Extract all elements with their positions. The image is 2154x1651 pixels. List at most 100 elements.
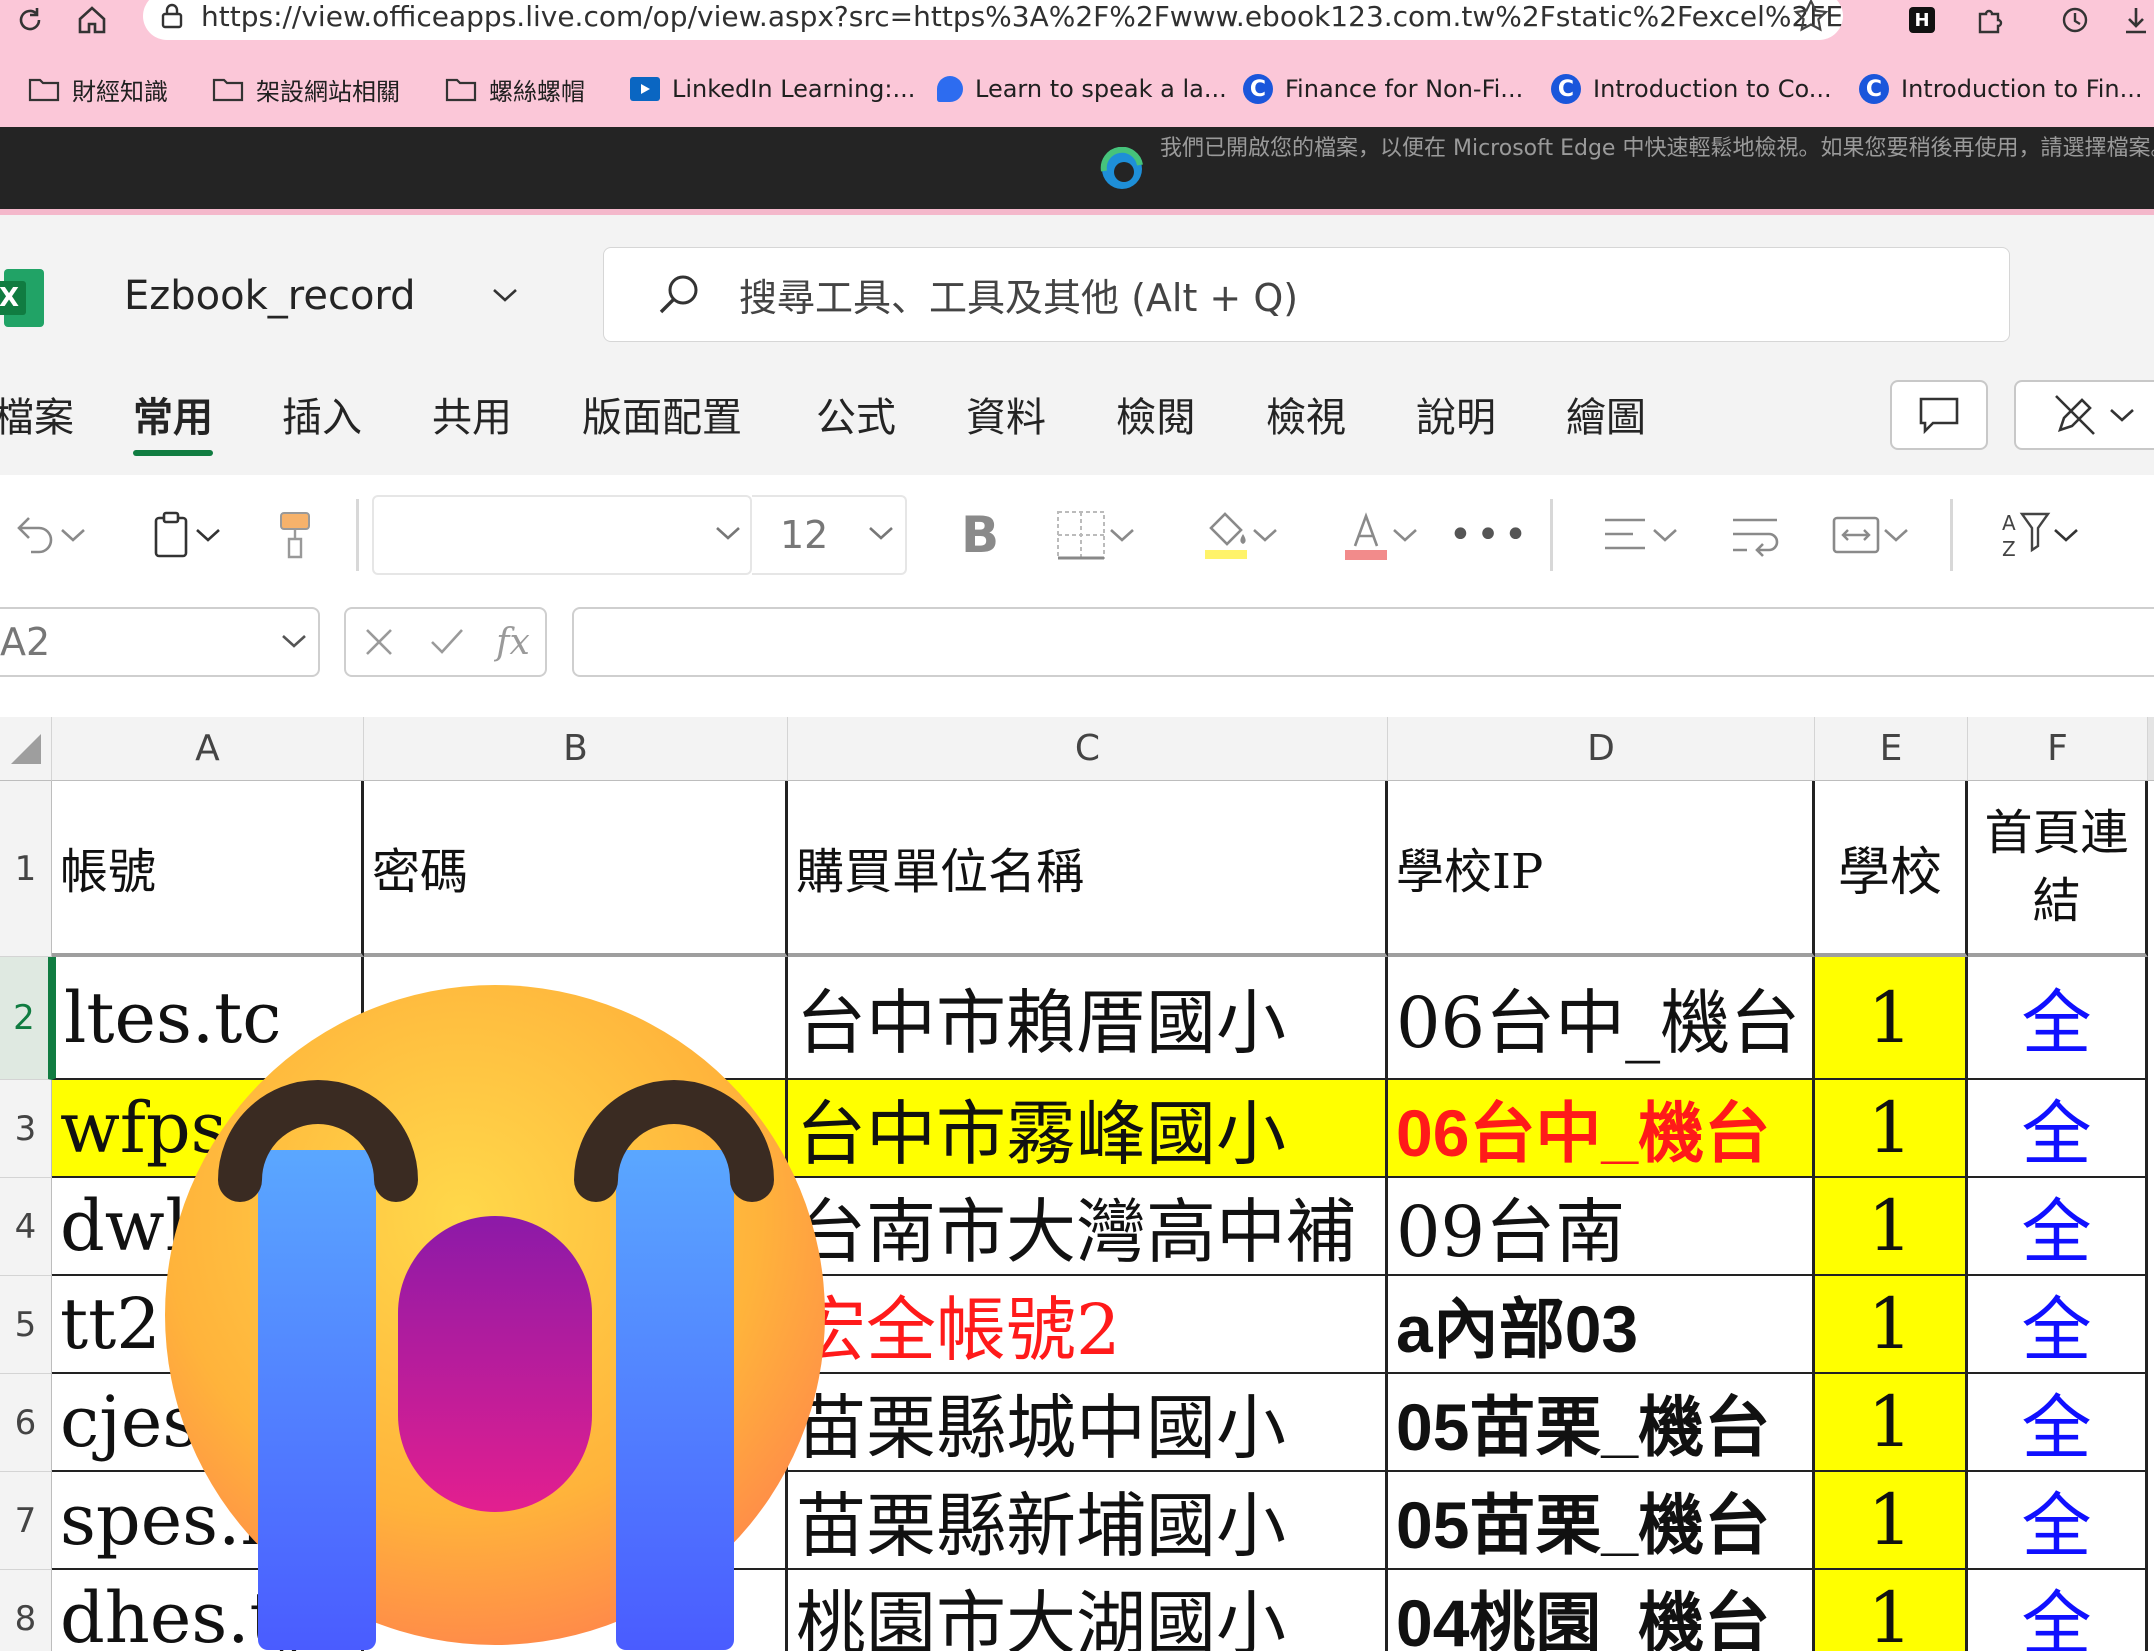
column-header[interactable]: F — [1968, 717, 2148, 781]
tab-home[interactable]: 常用 — [133, 385, 213, 443]
cell[interactable]: 台中市霧峰國小 — [788, 1080, 1388, 1178]
cell[interactable]: 1 — [1815, 957, 1968, 1080]
borders-button[interactable] — [1040, 505, 1150, 565]
cell[interactable]: 1 — [1815, 1276, 1968, 1374]
row-header[interactable]: 3 — [0, 1080, 52, 1178]
search-input[interactable]: 搜尋工具、工具及其他 (Alt + Q) — [603, 247, 2010, 342]
bookmark-folder[interactable]: 財經知識 — [28, 69, 168, 109]
cell-link[interactable]: 全 — [1968, 1472, 2148, 1570]
align-button[interactable] — [1585, 505, 1695, 565]
cell[interactable]: a內部03 — [1388, 1276, 1815, 1374]
chevron-down-icon[interactable] — [490, 283, 520, 307]
font-color-button[interactable] — [1325, 505, 1435, 565]
favorite-star-icon[interactable] — [1793, 0, 1829, 40]
bookmark-link[interactable]: Learn to speak a la... — [937, 69, 1227, 109]
cell-link[interactable]: 全 — [1968, 1374, 2148, 1472]
cell[interactable]: 1 — [1815, 1178, 1968, 1276]
cell[interactable]: 1 — [1815, 1472, 1968, 1570]
cell[interactable]: 06台中_機台 — [1388, 1080, 1815, 1178]
cell-link[interactable]: 全 — [1968, 1570, 2148, 1651]
cell[interactable]: 1 — [1815, 1570, 1968, 1651]
tab-view[interactable]: 檢視 — [1266, 385, 1346, 443]
font-family-select[interactable] — [372, 495, 752, 575]
more-options-button[interactable]: ••• — [1449, 505, 1528, 565]
cell[interactable]: 台中市賴厝國小 — [788, 957, 1388, 1080]
tab-insert[interactable]: 插入 — [282, 385, 362, 443]
extensions-puzzle-icon[interactable] — [1968, 0, 2012, 40]
cell[interactable]: 密碼 — [364, 781, 788, 957]
reload-icon[interactable] — [8, 0, 52, 40]
download-icon[interactable] — [2118, 0, 2154, 40]
site-info-icon[interactable] — [157, 1, 187, 38]
check-icon[interactable] — [428, 624, 466, 660]
cell[interactable]: 桃園市大湖國小 — [788, 1570, 1388, 1651]
wrap-text-button[interactable] — [1725, 505, 1785, 565]
bookmark-link[interactable]: LinkedIn Learning:... — [630, 69, 915, 109]
name-box[interactable]: A2 — [0, 607, 320, 677]
cell[interactable]: 05苗栗_機台 — [1388, 1374, 1815, 1472]
editing-mode-button[interactable] — [2014, 380, 2154, 450]
bookmark-link[interactable]: C Introduction to Co... — [1551, 69, 1832, 109]
sort-filter-button[interactable]: AZ — [1985, 505, 2095, 565]
column-header[interactable]: D — [1388, 717, 1815, 781]
cell[interactable]: 1 — [1815, 1374, 1968, 1472]
extension-h-icon[interactable]: H — [1900, 0, 1944, 40]
cell[interactable]: 苗栗縣新埔國小 — [788, 1472, 1388, 1570]
tab-draw[interactable]: 繪圖 — [1566, 385, 1646, 443]
fill-color-button[interactable] — [1185, 505, 1295, 565]
cell[interactable]: 首頁連結 — [1968, 781, 2148, 957]
row-header[interactable]: 8 — [0, 1570, 52, 1651]
bold-button[interactable]: B — [950, 505, 1010, 565]
tab-share[interactable]: 共用 — [432, 385, 512, 443]
cell[interactable]: 帳號 — [52, 781, 364, 957]
cell-link[interactable]: 全 — [1968, 1178, 2148, 1276]
tab-help[interactable]: 說明 — [1416, 385, 1496, 443]
row-header[interactable]: 1 — [0, 781, 52, 957]
tab-review[interactable]: 檢閱 — [1116, 385, 1196, 443]
tab-file[interactable]: 檔案 — [0, 385, 74, 443]
tab-formulas[interactable]: 公式 — [816, 385, 896, 443]
cell-link[interactable]: 全 — [1968, 1080, 2148, 1178]
tab-data[interactable]: 資料 — [966, 385, 1046, 443]
cell-link[interactable]: 全 — [1968, 1276, 2148, 1374]
history-icon[interactable] — [2052, 0, 2096, 40]
cell[interactable]: 06台中_機台 — [1388, 957, 1815, 1080]
cell[interactable]: 1 — [1815, 1080, 1968, 1178]
select-all-corner[interactable] — [0, 717, 52, 781]
comments-button[interactable] — [1890, 380, 1988, 450]
cell[interactable]: 台南市大灣高中補 — [788, 1178, 1388, 1276]
bookmark-link[interactable]: C Introduction to Fin... — [1859, 69, 2143, 109]
cell[interactable]: 05苗栗_機台 — [1388, 1472, 1815, 1570]
home-icon[interactable] — [70, 0, 114, 40]
cell-link[interactable]: 全 — [1968, 957, 2148, 1080]
row-header[interactable]: 7 — [0, 1472, 52, 1570]
column-header[interactable]: E — [1815, 717, 1968, 781]
formula-input[interactable] — [572, 607, 2154, 677]
cell[interactable]: 學校 — [1815, 781, 1968, 957]
cancel-icon[interactable] — [361, 624, 397, 660]
column-header[interactable]: B — [364, 717, 788, 781]
undo-button[interactable] — [0, 505, 100, 565]
row-header[interactable]: 2 — [0, 957, 52, 1080]
document-title[interactable]: Ezbook_record — [124, 273, 416, 319]
bookmark-folder[interactable]: 螺絲螺帽 — [445, 69, 585, 109]
row-header[interactable]: 4 — [0, 1178, 52, 1276]
row-header[interactable]: 6 — [0, 1374, 52, 1472]
url-field[interactable]: https://view.officeapps.live.com/op/view… — [143, 0, 1843, 40]
cell[interactable]: 苗栗縣城中國小 — [788, 1374, 1388, 1472]
cell[interactable]: 09台南 — [1388, 1178, 1815, 1276]
format-painter-button[interactable] — [270, 505, 320, 565]
merge-center-button[interactable] — [1815, 505, 1925, 565]
insert-function-icon[interactable]: fx — [496, 622, 530, 663]
row-header[interactable]: 5 — [0, 1276, 52, 1374]
cell[interactable]: 宏全帳號2 — [788, 1276, 1388, 1374]
column-header[interactable]: C — [788, 717, 1388, 781]
bookmark-link[interactable]: C Finance for Non-Fi... — [1243, 69, 1523, 109]
bookmark-folder[interactable]: 架設網站相關 — [212, 69, 400, 109]
font-size-select[interactable]: 12 — [752, 495, 907, 575]
cell[interactable]: 購買單位名稱 — [788, 781, 1388, 957]
column-header[interactable]: A — [52, 717, 364, 781]
paste-button[interactable] — [132, 505, 238, 565]
cell[interactable]: 學校IP — [1388, 781, 1815, 957]
cell[interactable]: 04桃園_機台 — [1388, 1570, 1815, 1651]
